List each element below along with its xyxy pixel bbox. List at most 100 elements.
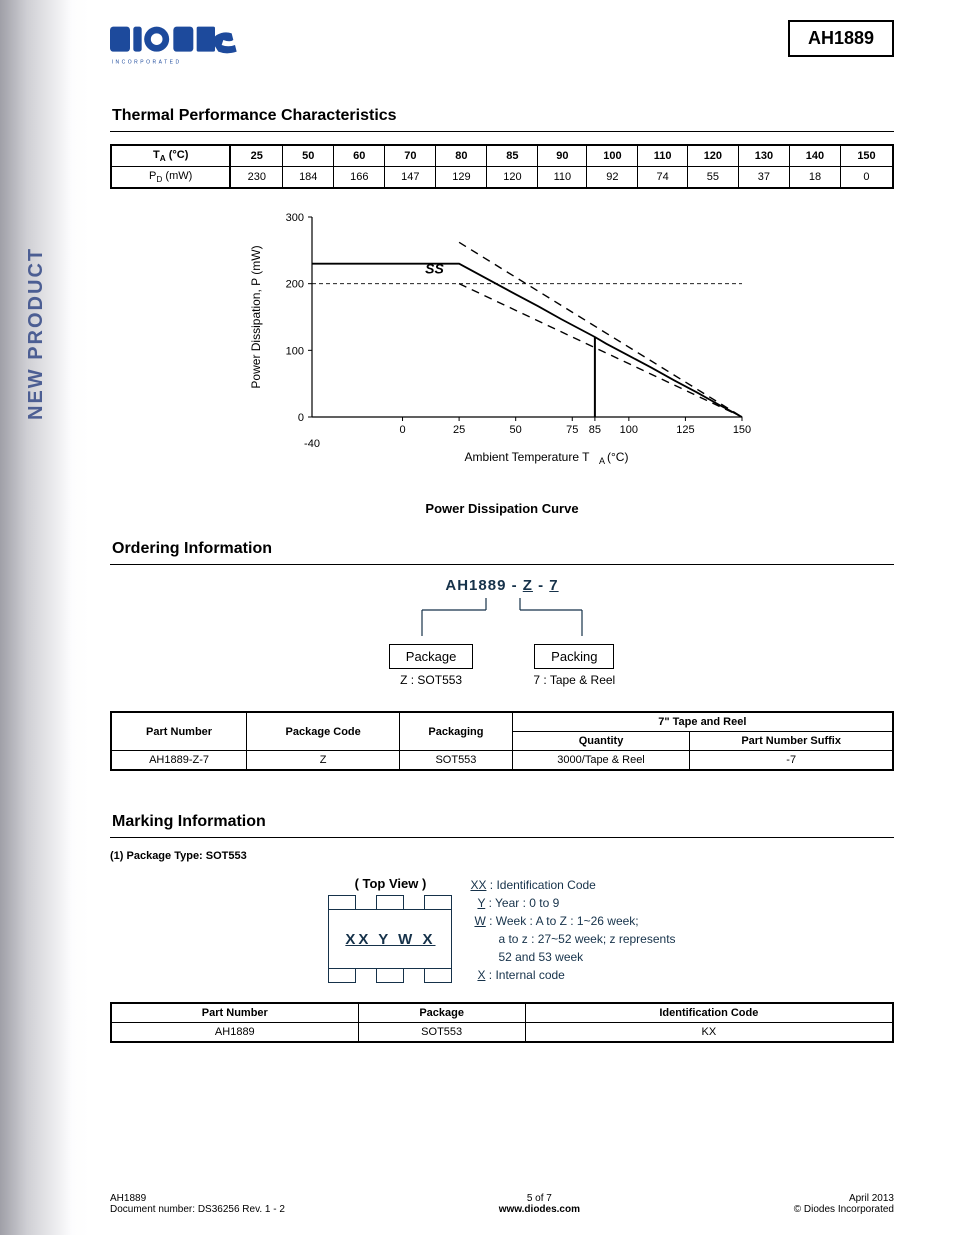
svg-text:Ambient Temperature T: Ambient Temperature T bbox=[465, 450, 591, 464]
mhdr-package: Package bbox=[358, 1003, 525, 1023]
chip-pin-icon bbox=[376, 895, 404, 909]
cell-quantity: 3000/Tape & Reel bbox=[512, 751, 690, 771]
section-ordering-title: Ordering Information bbox=[110, 536, 894, 565]
svg-text:0: 0 bbox=[298, 412, 304, 424]
footer-page: 5 of 7 bbox=[499, 1193, 580, 1204]
footer-doc: Document number: DS36256 Rev. 1 - 2 bbox=[110, 1204, 285, 1215]
legend-w3: 52 and 53 week bbox=[470, 948, 675, 966]
marking-table: Part Number Package Identification Code … bbox=[110, 1002, 894, 1043]
thermal-ta-val: 130 bbox=[738, 145, 789, 167]
svg-text:100: 100 bbox=[286, 346, 304, 358]
sidebar-gradient bbox=[0, 0, 90, 1235]
thermal-ta-val: 25 bbox=[230, 145, 282, 167]
chart-title: Power Dissipation Curve bbox=[110, 501, 894, 516]
legend-w2: a to z : 27~52 week; z represents bbox=[470, 930, 675, 948]
order-packing-label: Packing bbox=[534, 644, 614, 669]
footer-copyright: © Diodes Incorporated bbox=[794, 1204, 894, 1215]
thermal-ta-val: 150 bbox=[840, 145, 893, 167]
thermal-pd-val: 120 bbox=[487, 167, 538, 189]
order-package-value: Z : SOT553 bbox=[389, 673, 474, 687]
footer-date: April 2013 bbox=[794, 1193, 894, 1204]
thermal-pd-val: 37 bbox=[738, 167, 789, 189]
order-packing-value: 7 : Tape & Reel bbox=[533, 673, 615, 687]
thermal-ta-val: 50 bbox=[283, 145, 334, 167]
svg-text:(°C): (°C) bbox=[607, 450, 628, 464]
ordering-diagram: AH1889 - Z - 7 Package Z : SOT553 Packin… bbox=[110, 577, 894, 687]
mcell-idcode: KX bbox=[525, 1023, 893, 1043]
svg-text:125: 125 bbox=[676, 424, 694, 436]
thermal-pd-val: 129 bbox=[436, 167, 487, 189]
thermal-ta-val: 110 bbox=[638, 145, 687, 167]
section-marking-title: Marking Information bbox=[110, 809, 894, 838]
part-number-box: AH1889 bbox=[788, 20, 894, 57]
svg-text:A: A bbox=[599, 456, 605, 466]
marking-subtitle: (1) Package Type: SOT553 bbox=[110, 850, 894, 862]
footer-part: AH1889 bbox=[110, 1193, 285, 1204]
thermal-pd-val: 184 bbox=[283, 167, 334, 189]
chip-pin-icon bbox=[424, 895, 452, 909]
chip-pin-icon bbox=[424, 969, 452, 983]
section-thermal-title: Thermal Performance Characteristics bbox=[110, 103, 894, 132]
thermal-ta-val: 70 bbox=[385, 145, 436, 167]
thermal-pd-val: 92 bbox=[587, 167, 638, 189]
thermal-ta-val: 80 bbox=[436, 145, 487, 167]
mhdr-idcode: Identification Code bbox=[525, 1003, 893, 1023]
cell-pkgcode: Z bbox=[247, 751, 400, 771]
thermal-ta-val: 90 bbox=[538, 145, 587, 167]
svg-text:-40: -40 bbox=[304, 438, 320, 450]
chip-pin-icon bbox=[328, 895, 356, 909]
mcell-partnum: AH1889 bbox=[111, 1023, 358, 1043]
thermal-ta-val: 120 bbox=[687, 145, 738, 167]
svg-text:INCORPORATED: INCORPORATED bbox=[112, 59, 182, 65]
svg-text:Power Dissipation, P (mW): Power Dissipation, P (mW) bbox=[249, 246, 263, 389]
mcell-package: SOT553 bbox=[358, 1023, 525, 1043]
thermal-pd-val: 147 bbox=[385, 167, 436, 189]
thermal-pd-val: 18 bbox=[789, 167, 840, 189]
thermal-pd-val: 74 bbox=[638, 167, 687, 189]
thermal-pd-val: 166 bbox=[334, 167, 385, 189]
mhdr-partnum: Part Number bbox=[111, 1003, 358, 1023]
svg-text:100: 100 bbox=[620, 424, 638, 436]
order-package-label: Package bbox=[389, 644, 474, 669]
svg-text:300: 300 bbox=[286, 212, 304, 224]
order-part-pattern: AH1889 - Z - 7 bbox=[445, 577, 558, 594]
svg-text:85: 85 bbox=[589, 424, 601, 436]
thermal-table: TA (°C)25506070808590100110120130140150 … bbox=[110, 144, 894, 189]
svg-text:150: 150 bbox=[733, 424, 751, 436]
hdr-pkgcode: Package Code bbox=[247, 712, 400, 751]
thermal-ta-val: 60 bbox=[334, 145, 385, 167]
footer-url: www.diodes.com bbox=[499, 1204, 580, 1215]
hdr-quantity: Quantity bbox=[512, 732, 690, 751]
power-dissipation-chart: 0100200300025507585100125150-40Ambient T… bbox=[242, 207, 762, 477]
thermal-pd-val: 230 bbox=[230, 167, 282, 189]
thermal-ta-label: TA (°C) bbox=[111, 145, 230, 167]
cell-partnum: AH1889-Z-7 bbox=[111, 751, 247, 771]
thermal-pd-val: 55 bbox=[687, 167, 738, 189]
chip-pin-icon bbox=[376, 969, 404, 983]
svg-text:200: 200 bbox=[286, 279, 304, 291]
thermal-pd-val: 0 bbox=[840, 167, 893, 189]
ordering-table: Part Number Package Code Packaging 7" Ta… bbox=[110, 711, 894, 771]
cell-packaging: SOT553 bbox=[400, 751, 513, 771]
thermal-pd-val: 110 bbox=[538, 167, 587, 189]
footer: AH1889 Document number: DS36256 Rev. 1 -… bbox=[110, 1193, 894, 1215]
svg-text:SS: SS bbox=[425, 261, 444, 277]
hdr-suffix: Part Number Suffix bbox=[690, 732, 893, 751]
thermal-ta-val: 85 bbox=[487, 145, 538, 167]
chip-pin-icon bbox=[328, 969, 356, 983]
company-logo: INCORPORATED bbox=[110, 20, 260, 73]
chip-marking-text: XX Y W X bbox=[328, 909, 452, 969]
hdr-tape-reel: 7" Tape and Reel bbox=[512, 712, 893, 732]
svg-text:50: 50 bbox=[510, 424, 522, 436]
svg-text:0: 0 bbox=[399, 424, 405, 436]
thermal-pd-label: PD (mW) bbox=[111, 167, 230, 189]
cell-suffix: -7 bbox=[690, 751, 893, 771]
thermal-ta-val: 100 bbox=[587, 145, 638, 167]
top-view-label: ( Top View ) bbox=[328, 876, 452, 891]
marking-legend: XX : Identification Code Y : Year : 0 to… bbox=[470, 876, 675, 984]
chip-top-view: ( Top View ) XX Y W X bbox=[328, 876, 452, 983]
thermal-ta-val: 140 bbox=[789, 145, 840, 167]
hdr-partnum: Part Number bbox=[111, 712, 247, 751]
hdr-packaging: Packaging bbox=[400, 712, 513, 751]
svg-text:25: 25 bbox=[453, 424, 465, 436]
